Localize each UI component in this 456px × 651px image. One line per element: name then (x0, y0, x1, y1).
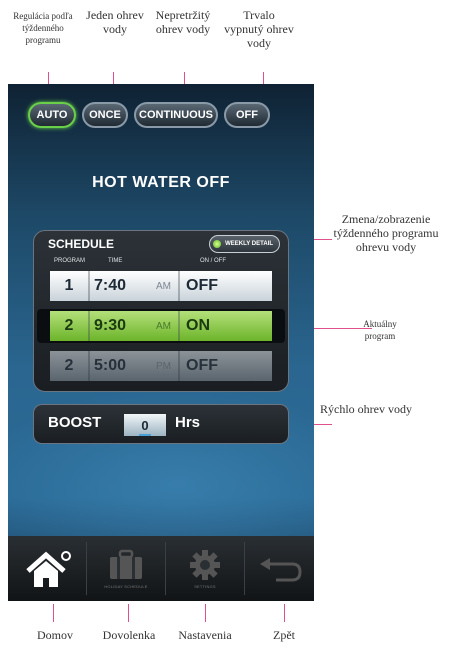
mode-once-button[interactable]: ONCE (82, 102, 128, 128)
annotation-holiday: Dovolenka (102, 628, 156, 642)
annotation-settings: Nastavenia (178, 628, 232, 642)
annotation-auto: Regulácia podľa týždenného programu (13, 11, 73, 45)
holiday-schedule-button[interactable]: HOLIDAY SCHEDULE (87, 536, 165, 601)
row-time: 7:40 (94, 277, 127, 294)
row-ampm: AM (156, 280, 171, 292)
row-divider (178, 271, 180, 301)
row-time: 5:00 (94, 357, 127, 374)
pointer-line-settings (205, 604, 206, 622)
row-program: 2 (64, 357, 74, 374)
column-program: PROGRAM (54, 258, 86, 264)
row-divider (178, 311, 180, 341)
status-text: HOT WATER OFF (92, 174, 230, 191)
boost-panel: BOOST 0 Hrs (33, 404, 289, 444)
row-state: OFF (186, 357, 218, 374)
mode-off-button[interactable]: OFF (224, 102, 270, 128)
row-divider (88, 311, 90, 341)
schedule-row[interactable]: 1 7:40 AM OFF (50, 271, 272, 301)
back-button[interactable] (245, 536, 314, 601)
home-icon (26, 550, 71, 587)
boost-value: 0 (139, 418, 151, 436)
annotation-boost: Rýchlo ohrev vody (320, 402, 412, 416)
led-icon (213, 240, 222, 248)
annotation-current: Aktuálny program (350, 318, 410, 342)
row-divider (178, 351, 180, 381)
annotation-off: Trvalo vypnutý ohrev vody (224, 8, 294, 50)
annotation-continuous: Nepretržitý ohrev vody (155, 8, 211, 36)
annotation-once: Jeden ohrev vody (86, 8, 144, 36)
row-time: 9:30 (94, 317, 127, 334)
row-ampm: AM (156, 320, 171, 332)
bottom-nav: HOLIDAY SCHEDULE SETTINGS (8, 536, 314, 601)
row-divider (88, 271, 90, 301)
suitcase-icon (110, 549, 142, 579)
row-program: 2 (64, 317, 74, 334)
schedule-panel: SCHEDULE WEEKLY DETAIL PROGRAM TIME ON /… (33, 230, 289, 392)
column-onoff: ON / OFF (200, 258, 226, 264)
settings-label: SETTINGS (194, 584, 216, 589)
row-ampm: PM (156, 360, 171, 372)
annotation-current-text: Aktuálny program (363, 319, 397, 341)
annotation-home: Domov (37, 628, 73, 642)
annotation-weekly: Zmena/zobrazenie týždenného programu ohr… (333, 212, 439, 254)
holiday-schedule-label: HOLIDAY SCHEDULE (104, 584, 148, 589)
device-screen: AUTO ONCE CONTINUOUS OFF HOT WATER OFF S… (8, 84, 314, 601)
row-program: 1 (64, 277, 74, 294)
weekly-detail-button[interactable]: WEEKLY DETAIL (209, 235, 280, 253)
boost-unit: Hrs (175, 414, 201, 431)
schedule-row[interactable]: 2 5:00 PM OFF (50, 351, 272, 381)
column-time: TIME (108, 258, 123, 264)
row-state: ON (186, 317, 210, 334)
pointer-line-back (284, 604, 285, 622)
row-state: OFF (186, 277, 218, 294)
gear-icon (190, 550, 220, 580)
schedule-title: SCHEDULE (48, 237, 115, 251)
mode-auto-button[interactable]: AUTO (28, 102, 76, 128)
pointer-line-home (53, 604, 54, 622)
row-divider (88, 351, 90, 381)
mode-selector: AUTO ONCE CONTINUOUS OFF (28, 102, 270, 128)
weekly-detail-label: WEEKLY DETAIL (225, 241, 273, 247)
schedule-row-current[interactable]: 2 9:30 AM ON (50, 311, 272, 341)
settings-button[interactable]: SETTINGS (166, 536, 244, 601)
pointer-line-holiday (128, 604, 129, 622)
mode-continuous-button[interactable]: CONTINUOUS (134, 102, 218, 128)
boost-hours-input[interactable]: 0 (124, 414, 166, 436)
boost-label: BOOST (48, 414, 102, 431)
back-arrow-icon (259, 557, 302, 581)
annotation-back: Zpět (273, 628, 295, 642)
home-button[interactable] (8, 536, 86, 601)
